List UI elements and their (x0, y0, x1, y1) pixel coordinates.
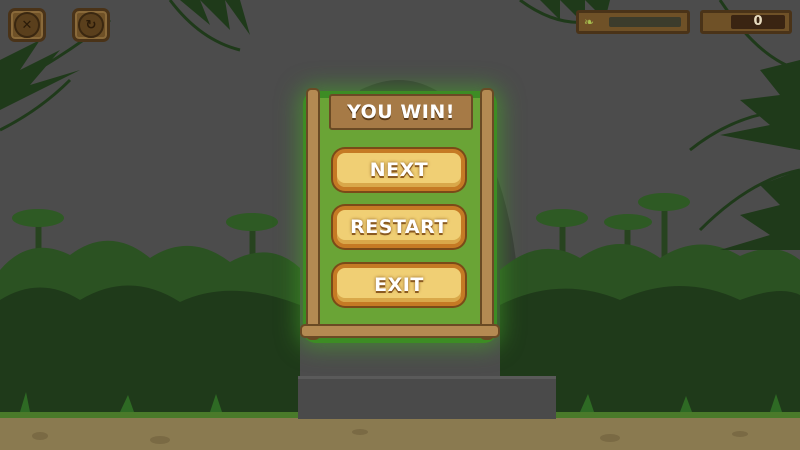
exit-button-label: EXIT (374, 274, 424, 296)
frame-log-left (306, 88, 320, 340)
progress-track (609, 17, 681, 27)
next-button-label: NEXT (369, 159, 429, 181)
win-dialog: YOU WIN! NEXT RESTART EXIT (298, 80, 502, 352)
exit-button[interactable]: EXIT (333, 264, 465, 306)
dialog-title-plank: YOU WIN! (329, 94, 473, 130)
score-counter: 0 (700, 10, 792, 34)
next-button[interactable]: NEXT (333, 149, 465, 191)
dialog-title: YOU WIN! (347, 101, 455, 123)
frame-log-bottom (300, 324, 500, 338)
restart-button-label: RESTART (350, 216, 448, 238)
level-progress-bar: ❧ (576, 10, 690, 34)
restart-button[interactable]: RESTART (333, 206, 465, 248)
leaf-icon: ❧ (584, 15, 595, 29)
stone-pedestal (298, 376, 556, 419)
close-icon: ✕ (14, 12, 40, 38)
frame-log-right (480, 88, 494, 340)
restart-level-button[interactable]: ↻ (72, 8, 110, 42)
close-button[interactable]: ✕ (8, 8, 46, 42)
score-value: 0 (731, 15, 785, 29)
restart-icon: ↻ (78, 12, 104, 38)
